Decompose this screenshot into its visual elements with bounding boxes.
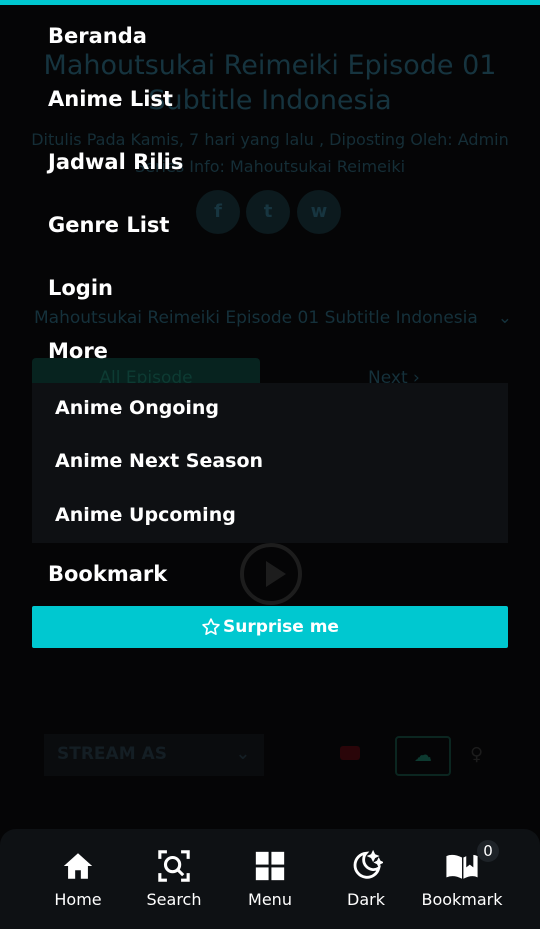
nav-menu-label: Menu [248, 890, 292, 909]
menu-item-genre-list[interactable]: Genre List [48, 212, 169, 238]
book-bookmark-icon [446, 854, 478, 879]
grid-icon [255, 851, 285, 881]
nav-menu-button[interactable]: Menu [220, 829, 320, 929]
nav-search-label: Search [146, 890, 202, 909]
stream-select[interactable]: STREAM AS ⌄ [44, 734, 264, 776]
menu-item-more[interactable]: More [48, 338, 108, 364]
menu-item-login[interactable]: Login [48, 275, 113, 301]
menu-item-bookmark[interactable]: Bookmark [48, 561, 167, 587]
home-icon [63, 853, 93, 879]
episode-select[interactable]: Mahoutsukai Reimeiki Episode 01 Subtitle… [34, 308, 514, 334]
nav-dark-label: Dark [347, 890, 385, 909]
whatsapp-share-button[interactable]: w [297, 190, 341, 234]
menu-item-jadwal-rilis[interactable]: Jadwal Rilis [48, 149, 183, 175]
star-outline-icon [202, 618, 220, 635]
surprise-me-button[interactable]: Surprise me [32, 606, 508, 648]
chevron-down-icon: ⌄ [497, 308, 512, 328]
play-icon[interactable] [240, 543, 302, 605]
whatsapp-icon: w [310, 201, 328, 222]
bottom-nav: Home Search Menu Dark 0 Bookmark [0, 829, 540, 929]
menu-item-beranda[interactable]: Beranda [48, 23, 147, 49]
nav-home-label: Home [54, 890, 102, 909]
twitter-share-button[interactable]: t [246, 190, 290, 234]
nav-bookmark-button[interactable]: 0 Bookmark [412, 829, 512, 929]
nav-bookmark-label: Bookmark [421, 890, 503, 909]
chevron-down-icon: ⌄ [235, 744, 250, 764]
submenu-item-anime-upcoming[interactable]: Anime Upcoming [55, 503, 236, 527]
facebook-icon: f [214, 201, 222, 222]
nav-search-button[interactable]: Search [124, 829, 224, 929]
download-cloud-button[interactable]: ☁ [395, 736, 451, 776]
more-submenu: Anime Ongoing Anime Next Season Anime Up… [32, 383, 508, 543]
surprise-me-label: Surprise me [223, 617, 339, 637]
submenu-item-anime-next-season[interactable]: Anime Next Season [55, 449, 263, 473]
nav-home-button[interactable]: Home [28, 829, 128, 929]
stream-select-label: STREAM AS [57, 744, 167, 764]
episode-select-value: Mahoutsukai Reimeiki Episode 01 Subtitle… [34, 308, 478, 328]
facebook-share-button[interactable]: f [196, 190, 240, 234]
moon-stars-icon [353, 849, 383, 879]
search-icon [158, 850, 190, 882]
submenu-item-anime-ongoing[interactable]: Anime Ongoing [55, 396, 219, 420]
nav-dark-mode-button[interactable]: Dark [316, 829, 416, 929]
report-icon[interactable] [340, 746, 360, 760]
lightbulb-icon[interactable]: ♀ [470, 744, 490, 768]
bookmark-count-badge: 0 [477, 840, 499, 862]
menu-item-anime-list[interactable]: Anime List [48, 86, 173, 112]
twitter-icon: t [263, 201, 273, 222]
